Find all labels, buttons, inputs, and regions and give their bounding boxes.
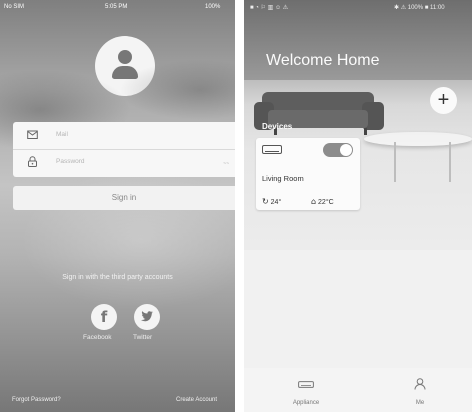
tab-appliance-label: Appliance	[292, 400, 320, 406]
login-form: Mail Password ~~	[13, 122, 235, 177]
status-bar: ■ ◔ ⚐ ▥ ☺ ⚠ ✱ ⚠ 100% ■ 11:00	[244, 0, 472, 14]
status-icons-left: ■ ◔ ⚐ ▥ ☺ ⚠	[250, 5, 289, 11]
tab-me-label: Me	[415, 400, 425, 406]
tab-bar: Appliance Me	[244, 368, 472, 412]
password-field[interactable]: Password ~~	[13, 149, 235, 176]
lock-icon	[28, 156, 37, 167]
devices-heading: Devices	[262, 122, 293, 131]
twitter-icon	[141, 311, 154, 322]
clock-text: 5:05 PM	[105, 4, 128, 10]
tab-me[interactable]: Me	[380, 368, 460, 412]
air-conditioner-icon	[262, 145, 282, 154]
facebook-icon: f	[100, 308, 108, 326]
carrier-text: No SIM	[4, 4, 25, 10]
battery-text: 100%	[205, 4, 221, 10]
sign-in-button[interactable]: Sign in	[13, 186, 235, 210]
facebook-button[interactable]: f	[91, 304, 117, 330]
power-toggle[interactable]	[323, 143, 353, 157]
third-party-text: Sign in with the third party accounts	[62, 274, 173, 281]
device-card[interactable]: Living Room ↻ 24° ⌂ 22°C	[256, 138, 360, 210]
password-placeholder: Password	[56, 158, 85, 165]
show-password-icon[interactable]: ~~	[223, 161, 229, 167]
tab-appliance[interactable]: Appliance	[266, 368, 346, 412]
home-icon: ⌂	[311, 197, 317, 206]
fan-icon: ↻	[262, 197, 269, 206]
indoor-temperature: ↻ 24°	[262, 197, 282, 206]
create-account-link[interactable]: Create Account	[176, 397, 217, 403]
twitter-label: Twitter	[133, 334, 153, 341]
page-title: Welcome Home	[266, 52, 380, 69]
twitter-button[interactable]	[134, 304, 160, 330]
avatar	[95, 36, 155, 96]
device-name: Living Room	[262, 174, 304, 183]
person-icon	[414, 378, 426, 390]
set-temperature: ⌂ 22°C	[311, 197, 334, 206]
email-field[interactable]: Mail	[13, 122, 235, 150]
email-placeholder: Mail	[56, 131, 68, 138]
appliance-icon	[298, 381, 314, 388]
facebook-label: Facebook	[83, 334, 112, 341]
login-screen: No SIM 5:05 PM 100% Mail Password ~~ Sig…	[0, 0, 235, 412]
envelope-icon	[27, 130, 38, 139]
forgot-password-link[interactable]: Forgot Password?	[12, 397, 61, 403]
status-bar: No SIM 5:05 PM 100%	[0, 0, 235, 14]
status-icons-right: ✱ ⚠ 100% ■ 11:00	[394, 5, 445, 11]
home-screen: ■ ◔ ⚐ ▥ ☺ ⚠ ✱ ⚠ 100% ■ 11:00 Welcome Hom…	[244, 0, 472, 412]
add-device-button[interactable]: +	[430, 87, 457, 114]
